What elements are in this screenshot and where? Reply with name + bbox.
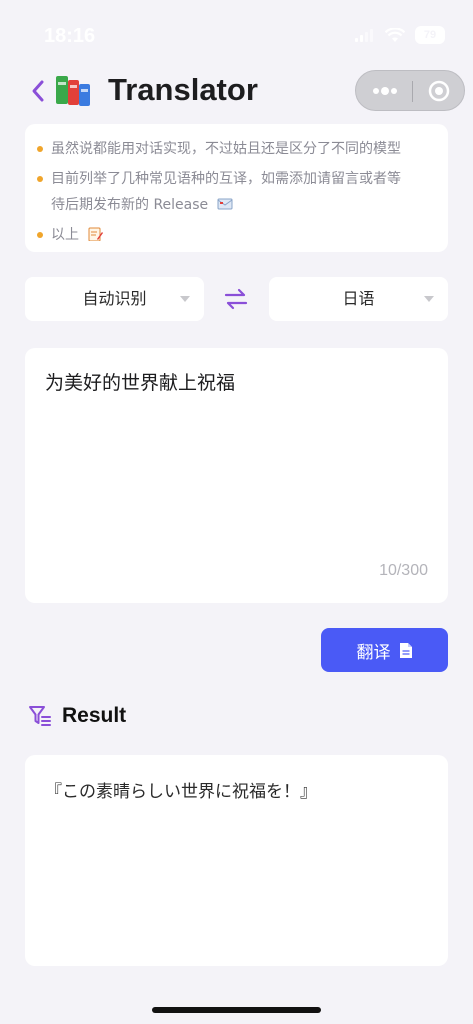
result-title: Result xyxy=(62,704,127,727)
home-indicator[interactable] xyxy=(152,1007,321,1013)
status-time: 18:16 xyxy=(44,25,96,47)
envelope-icon xyxy=(217,198,233,210)
chevron-down-icon xyxy=(424,296,434,302)
note-item: 以上 xyxy=(37,222,436,248)
status-icons: 79 xyxy=(355,26,445,44)
battery-icon: 79 xyxy=(415,26,445,44)
page-title: Translator xyxy=(108,72,258,107)
target-language-select[interactable]: 日语 xyxy=(269,277,448,321)
note-text: 目前列举了几种常见语种的互译，如需添加请留言或者等 xyxy=(51,171,401,187)
chevron-down-icon xyxy=(180,296,190,302)
signal-icon xyxy=(355,29,373,42)
note-item: 待后期发布新的 Release xyxy=(37,192,436,218)
note-text: 虽然说都能用对话实现，不过姑且还是区分了不同的模型 xyxy=(51,141,401,157)
source-language-label: 自动识别 xyxy=(82,289,147,308)
wifi-icon xyxy=(385,27,405,42)
header: Translator xyxy=(0,68,473,114)
bullet-dot xyxy=(37,232,43,238)
source-language-select[interactable]: 自动识别 xyxy=(25,277,204,321)
result-heading: Result xyxy=(28,702,126,730)
translator-page: 18:16 79 Translator 虽然说都能用对话实现，不过姑且还是区分了… xyxy=(0,0,473,1024)
swap-languages-icon[interactable] xyxy=(224,288,248,310)
capsule-divider xyxy=(412,81,413,102)
result-text[interactable]: 『この素晴らしい世界に祝福を！』 xyxy=(45,777,317,802)
document-icon xyxy=(399,642,412,658)
translate-button-label: 翻译 xyxy=(356,642,391,663)
miniprogram-capsule xyxy=(355,70,465,111)
character-counter: 10/300 xyxy=(379,562,428,579)
target-language-label: 日语 xyxy=(342,289,375,308)
translate-button[interactable]: 翻译 xyxy=(321,628,448,672)
note-text: 以上 xyxy=(51,227,79,243)
more-icon[interactable] xyxy=(372,83,398,99)
bullet-dot xyxy=(37,146,43,152)
note-item: 虽然说都能用对话实现，不过姑且还是区分了不同的模型 xyxy=(37,136,436,162)
result-card: 『この素晴らしい世界に祝福を！』 xyxy=(25,755,448,966)
filter-list-icon xyxy=(29,706,51,726)
status-bar: 18:16 79 xyxy=(0,0,473,64)
source-text-input[interactable]: 为美好的世界献上祝福 10/300 xyxy=(25,348,448,603)
bullet-dot xyxy=(37,176,43,182)
note-text: 待后期发布新的 Release xyxy=(51,197,209,213)
notes-card: 虽然说都能用对话实现，不过姑且还是区分了不同的模型 目前列举了几种常见语种的互译… xyxy=(25,124,448,252)
memo-icon xyxy=(88,227,104,241)
books-icon xyxy=(56,76,90,106)
source-text[interactable]: 为美好的世界献上祝福 xyxy=(45,368,235,395)
back-icon[interactable] xyxy=(28,78,48,104)
close-target-icon[interactable] xyxy=(428,80,450,102)
note-item: 目前列举了几种常见语种的互译，如需添加请留言或者等 xyxy=(37,166,436,192)
